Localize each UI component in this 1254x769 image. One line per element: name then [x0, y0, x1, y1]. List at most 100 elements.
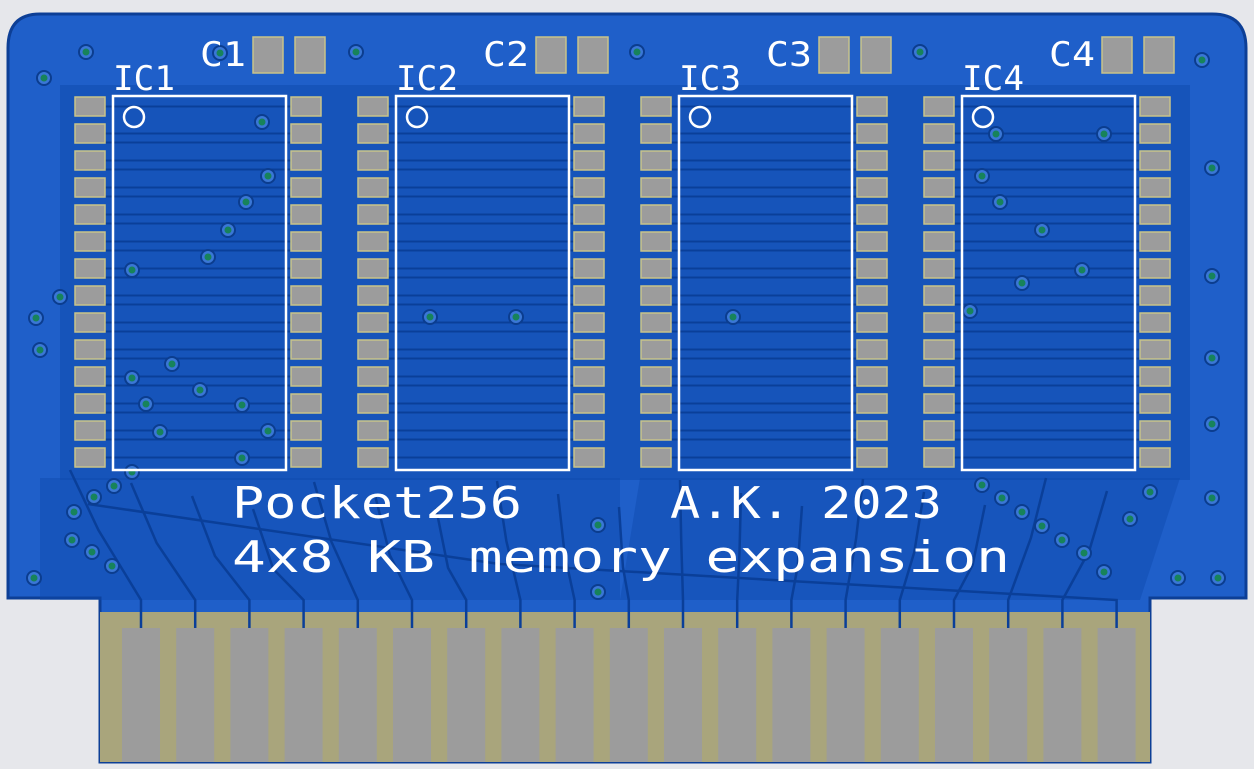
c3-label: C3 — [766, 35, 812, 75]
capacitor-pad — [294, 36, 326, 74]
ic-pad — [856, 312, 888, 333]
capacitor-pad — [535, 36, 567, 74]
via-hole — [1174, 574, 1182, 582]
ic-pad — [923, 258, 955, 279]
ic-pad — [1139, 96, 1171, 117]
ic-pad — [923, 393, 955, 414]
ic-pad — [640, 447, 672, 468]
ic-pad — [640, 312, 672, 333]
ic-pad — [573, 285, 605, 306]
via-hole — [1080, 549, 1088, 557]
ic-pad — [923, 420, 955, 441]
via-hole — [1038, 522, 1046, 530]
ic-pad — [856, 123, 888, 144]
ic-pad — [573, 339, 605, 360]
ic-pad — [1139, 366, 1171, 387]
ic-pad — [290, 420, 322, 441]
via-hole — [992, 130, 1000, 138]
capacitor-pad — [818, 36, 850, 74]
ic-pad — [74, 393, 106, 414]
edge-finger — [501, 628, 540, 762]
via-hole — [1208, 354, 1216, 362]
ic-pad — [640, 150, 672, 171]
ic-pad — [290, 231, 322, 252]
via-hole — [68, 536, 76, 544]
ic-pad — [1139, 285, 1171, 306]
edge-finger — [122, 628, 160, 762]
c4-label: C4 — [1049, 35, 1095, 75]
edge-finger — [880, 628, 919, 762]
ic3-label: IC3 — [679, 59, 741, 99]
ic-pad — [1139, 231, 1171, 252]
pcb-board-view: Pocket256 A.K. 2023 4x8 KB memory expans… — [0, 0, 1254, 769]
via-hole — [30, 574, 38, 582]
ic-pad — [357, 150, 389, 171]
via-hole — [70, 508, 78, 516]
ic-pad — [74, 339, 106, 360]
ic-pad — [357, 204, 389, 225]
ic-pad — [74, 96, 106, 117]
ic-pad — [357, 447, 389, 468]
ic-pad — [1139, 420, 1171, 441]
ic-pad — [74, 177, 106, 198]
ic-pad — [290, 285, 322, 306]
via-hole — [1146, 488, 1154, 496]
ic-pad — [74, 447, 106, 468]
via-hole — [36, 346, 44, 354]
ic-pad — [74, 231, 106, 252]
via-hole — [1100, 130, 1108, 138]
ic-pad — [357, 123, 389, 144]
via-hole — [238, 401, 246, 409]
via-hole — [56, 293, 64, 301]
edge-finger — [1043, 628, 1082, 762]
edge-finger — [176, 628, 215, 762]
ic-pad — [923, 312, 955, 333]
via-hole — [264, 427, 272, 435]
ic-pad — [923, 447, 955, 468]
ic-pad — [923, 366, 955, 387]
ic-pad — [923, 96, 955, 117]
ic-pad — [573, 150, 605, 171]
ic-pad — [573, 258, 605, 279]
via-hole — [1208, 494, 1216, 502]
ic-pad — [573, 177, 605, 198]
ic-pad — [290, 96, 322, 117]
via-hole — [352, 48, 360, 56]
ic-pad — [74, 285, 106, 306]
ic-pad — [573, 123, 605, 144]
ic-pad — [357, 366, 389, 387]
edge-finger — [609, 628, 648, 762]
ic-pad — [74, 123, 106, 144]
via-hole — [729, 313, 737, 321]
ic-pad — [923, 204, 955, 225]
edge-finger — [555, 628, 594, 762]
via-hole — [40, 74, 48, 82]
ic-pad — [856, 339, 888, 360]
ic-pad — [357, 96, 389, 117]
ic-pad — [573, 447, 605, 468]
via-hole — [633, 48, 641, 56]
edge-finger — [826, 628, 865, 762]
ic-pad — [357, 285, 389, 306]
ic-pad — [856, 447, 888, 468]
via-hole — [916, 48, 924, 56]
ic-pad — [1139, 447, 1171, 468]
edge-finger — [935, 628, 973, 762]
ic-pad — [290, 393, 322, 414]
via-hole — [1208, 272, 1216, 280]
ic-pad — [923, 177, 955, 198]
ic-pad — [290, 447, 322, 468]
capacitor-pad — [1143, 36, 1175, 74]
ic-pad — [74, 366, 106, 387]
ic-pad — [640, 204, 672, 225]
ic-pad — [923, 150, 955, 171]
via-hole — [82, 48, 90, 56]
c1-label: C1 — [200, 35, 246, 75]
ic-pad — [856, 366, 888, 387]
via-hole — [258, 118, 266, 126]
via-hole — [238, 454, 246, 462]
ic-pad — [856, 150, 888, 171]
via-hole — [1100, 568, 1108, 576]
via-hole — [264, 172, 272, 180]
ic-pad — [1139, 204, 1171, 225]
